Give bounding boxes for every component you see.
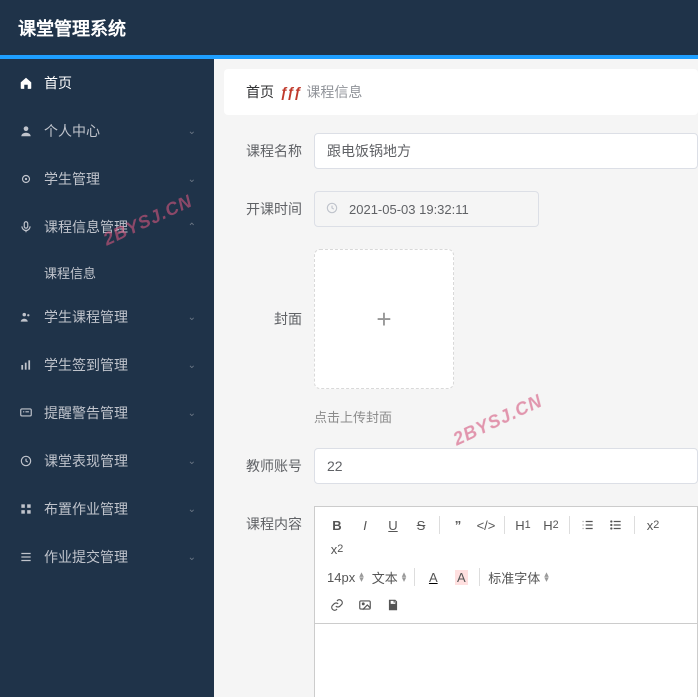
sidebar-item-student-course[interactable]: 学生课程管理 ⌄ — [0, 293, 214, 341]
sidebar-item-label: 作业提交管理 — [44, 547, 188, 567]
sidebar-item-label: 学生课程管理 — [44, 307, 188, 327]
breadcrumb-separator-icon: ƒƒƒ — [280, 84, 300, 100]
superscript-button[interactable]: x2 — [323, 537, 351, 561]
toolbar-separator — [569, 516, 570, 534]
chevron-down-icon: ⌄ — [188, 126, 196, 137]
bars-icon — [18, 357, 34, 373]
sidebar-item-signin[interactable]: 学生签到管理 ⌄ — [0, 341, 214, 389]
breadcrumb-home[interactable]: 首页 — [246, 82, 274, 102]
plus-icon: + — [376, 304, 391, 335]
start-time-value: 2021-05-03 19:32:11 — [349, 202, 469, 217]
app-header: 课堂管理系统 — [0, 0, 698, 55]
toolbar-separator — [479, 568, 480, 586]
save-button[interactable] — [379, 593, 407, 617]
start-time-input[interactable]: 2021-05-03 19:32:11 — [314, 191, 539, 227]
bold-button[interactable]: B — [323, 513, 351, 537]
select-arrows-icon: ▴▾ — [402, 572, 407, 582]
list-icon — [18, 549, 34, 565]
chevron-down-icon: ⌄ — [188, 174, 196, 185]
toolbar-separator — [414, 568, 415, 586]
code-button[interactable]: </> — [472, 513, 500, 537]
sidebar-item-label: 提醒警告管理 — [44, 403, 188, 423]
teacher-input[interactable] — [314, 448, 698, 484]
chevron-down-icon: ⌄ — [188, 360, 196, 371]
message-icon — [18, 405, 34, 421]
clock-icon — [325, 201, 339, 218]
cover-upload-hint: 点击上传封面 — [314, 407, 698, 426]
type-icon — [18, 171, 34, 187]
content-label: 课程内容 — [224, 506, 314, 542]
toolbar-separator — [439, 516, 440, 534]
breadcrumb-current: 课程信息 — [306, 82, 362, 102]
course-name-input[interactable] — [314, 133, 698, 169]
sidebar-item-label: 学生管理 — [44, 169, 188, 189]
clock-icon — [18, 453, 34, 469]
bg-color-button[interactable]: A — [447, 565, 475, 589]
sidebar-item-home[interactable]: 首页 — [0, 59, 214, 107]
sidebar-subitem-course-info[interactable]: 课程信息 — [0, 251, 214, 293]
sidebar-item-label: 课堂表现管理 — [44, 451, 188, 471]
underline-button[interactable]: U — [379, 513, 407, 537]
users-icon — [18, 309, 34, 325]
font-size-value: 14px — [327, 570, 355, 585]
strike-button[interactable]: S — [407, 513, 435, 537]
sidebar-item-student[interactable]: 学生管理 ⌄ — [0, 155, 214, 203]
sidebar-item-alert[interactable]: 提醒警告管理 ⌄ — [0, 389, 214, 437]
sidebar-item-label: 个人中心 — [44, 121, 188, 141]
block-value: 文本 — [372, 568, 398, 587]
font-size-select[interactable]: 14px ▴▾ — [323, 565, 368, 589]
toolbar-separator — [504, 516, 505, 534]
image-button[interactable] — [351, 593, 379, 617]
font-color-button[interactable]: A — [419, 565, 447, 589]
link-button[interactable] — [323, 593, 351, 617]
sidebar-item-label: 首页 — [44, 73, 196, 93]
chevron-down-icon: ⌄ — [188, 456, 196, 467]
chevron-down-icon: ⌄ — [188, 504, 196, 515]
sidebar-item-performance[interactable]: 课堂表现管理 ⌄ — [0, 437, 214, 485]
ul-button[interactable] — [602, 513, 630, 537]
sidebar-subitem-label: 课程信息 — [44, 263, 96, 282]
editor-toolbar: B I U S ” </> H1 H2 — [314, 506, 698, 624]
home-icon — [18, 75, 34, 91]
font-family-select[interactable]: 标准字体 ▴▾ — [484, 565, 553, 589]
course-name-label: 课程名称 — [224, 133, 314, 169]
select-arrows-icon: ▴▾ — [544, 572, 549, 582]
sidebar-item-label: 课程信息管理 — [44, 217, 188, 237]
sidebar-item-course-info[interactable]: 课程信息管理 ⌃ — [0, 203, 214, 251]
toolbar-separator — [634, 516, 635, 534]
sidebar-item-label: 学生签到管理 — [44, 355, 188, 375]
sidebar-item-personal[interactable]: 个人中心 ⌄ — [0, 107, 214, 155]
subscript-button[interactable]: x2 — [639, 513, 667, 537]
quote-button[interactable]: ” — [444, 513, 472, 537]
user-icon — [18, 123, 34, 139]
h1-button[interactable]: H1 — [509, 513, 537, 537]
h2-button[interactable]: H2 — [537, 513, 565, 537]
font-family-value: 标准字体 — [488, 568, 540, 587]
app-title: 课堂管理系统 — [18, 15, 126, 41]
cover-label: 封面 — [224, 249, 314, 389]
start-time-label: 开课时间 — [224, 191, 314, 227]
cover-upload[interactable]: + — [314, 249, 454, 389]
chevron-down-icon: ⌄ — [188, 408, 196, 419]
ol-button[interactable] — [574, 513, 602, 537]
italic-button[interactable]: I — [351, 513, 379, 537]
select-arrows-icon: ▴▾ — [359, 572, 364, 582]
main-content: 首页 ƒƒƒ 课程信息 课程名称 开课时间 2021-05-03 19: — [214, 59, 698, 697]
sidebar-item-submit-hw[interactable]: 作业提交管理 ⌄ — [0, 533, 214, 581]
chevron-down-icon: ⌄ — [188, 552, 196, 563]
block-select[interactable]: 文本 ▴▾ — [368, 565, 411, 589]
chevron-up-icon: ⌃ — [188, 222, 196, 233]
mic-icon — [18, 219, 34, 235]
sidebar: 首页 个人中心 ⌄ 学生管理 ⌄ 课程信息管理 ⌃ 课程信息 学生课程管理 ⌄ — [0, 59, 214, 697]
sidebar-item-assign-hw[interactable]: 布置作业管理 ⌄ — [0, 485, 214, 533]
teacher-label: 教师账号 — [224, 448, 314, 484]
grid-icon — [18, 501, 34, 517]
breadcrumb: 首页 ƒƒƒ 课程信息 — [224, 69, 698, 115]
editor-body[interactable] — [314, 624, 698, 697]
sidebar-item-label: 布置作业管理 — [44, 499, 188, 519]
chevron-down-icon: ⌄ — [188, 312, 196, 323]
